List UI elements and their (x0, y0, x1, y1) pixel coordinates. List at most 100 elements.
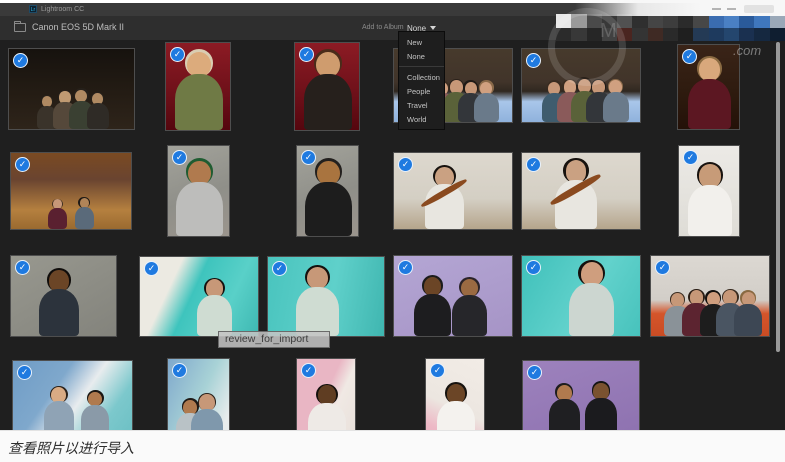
menu-item-travel[interactable]: Travel (399, 98, 444, 112)
filename-tooltip: review_for_import (218, 331, 330, 348)
selected-check-badge[interactable]: ✓ (170, 47, 185, 62)
add-to-album-label: Add to Album (362, 24, 404, 31)
selected-check-badge[interactable]: ✓ (144, 261, 159, 276)
person-figure (197, 279, 232, 336)
photo-thumbnail-15[interactable]: ✓ (267, 256, 385, 337)
selected-check-badge[interactable]: ✓ (683, 150, 698, 165)
photo-thumbnail-2[interactable]: ✓ (165, 42, 231, 131)
window-title: Lightroom CC (41, 6, 84, 13)
person-figure (425, 167, 464, 229)
close-icon[interactable] (744, 5, 774, 13)
person-figure (585, 383, 617, 434)
person-figure (555, 160, 598, 229)
selected-check-badge[interactable]: ✓ (526, 157, 541, 172)
mosaic-block (556, 14, 571, 28)
chevron-down-icon (430, 26, 436, 30)
selected-check-badge[interactable]: ✓ (301, 150, 316, 165)
photo-thumbnail-23[interactable]: ✓ (522, 360, 640, 435)
mosaic-block (617, 28, 632, 42)
photo-thumbnail-14[interactable]: ✓ (139, 256, 259, 337)
selected-check-badge[interactable]: ✓ (172, 363, 187, 378)
mosaic-block (602, 14, 617, 28)
photo-thumbnail-19[interactable]: ✓ (12, 360, 133, 438)
person-figure (305, 161, 352, 236)
selected-check-badge[interactable]: ✓ (15, 260, 30, 275)
mosaic-block (709, 28, 724, 42)
mosaic-block (587, 28, 602, 42)
selected-check-badge[interactable]: ✓ (15, 157, 30, 172)
person-figure (176, 161, 223, 236)
mosaic-block (770, 14, 785, 28)
selected-check-badge[interactable]: ✓ (301, 363, 316, 378)
photo-thumbnail-12[interactable]: ✓ (678, 145, 740, 237)
menu-item-new[interactable]: New (399, 35, 444, 49)
photo-thumbnail-17[interactable]: ✓ (521, 255, 641, 337)
selected-check-badge[interactable]: ✓ (398, 260, 413, 275)
app-window: Lr Lightroom CC Canon EOS 5D Mark II Add… (0, 0, 785, 462)
mosaic-block (587, 14, 602, 28)
selected-check-badge[interactable]: ✓ (527, 365, 542, 380)
source-device-title: Canon EOS 5D Mark II (32, 22, 124, 32)
photo-thumbnail-1[interactable]: ✓ (8, 48, 135, 130)
censored-mosaic-region (556, 14, 785, 41)
mosaic-block (770, 28, 785, 42)
menu-item-world[interactable]: World (399, 112, 444, 126)
person-figure (87, 93, 109, 129)
photo-thumbnail-7[interactable]: ✓ (10, 152, 132, 230)
person-figure (474, 82, 499, 123)
person-figure (569, 262, 615, 336)
mosaic-block (632, 28, 647, 42)
person-figure (452, 279, 488, 336)
mosaic-block (648, 28, 663, 42)
mosaic-block (648, 14, 663, 28)
vertical-scrollbar[interactable] (776, 42, 780, 352)
selected-check-badge[interactable]: ✓ (526, 53, 541, 68)
maximize-icon[interactable] (727, 8, 736, 10)
mosaic-block (754, 28, 769, 42)
selected-check-badge[interactable]: ✓ (682, 49, 697, 64)
status-bar: 查看照片以进行导入 (0, 430, 785, 462)
selected-check-badge[interactable]: ✓ (172, 150, 187, 165)
selected-check-badge[interactable]: ✓ (299, 47, 314, 62)
mosaic-block (663, 14, 678, 28)
person-figure (75, 198, 94, 229)
mosaic-block (571, 28, 586, 42)
selected-check-badge[interactable]: ✓ (430, 363, 445, 378)
photo-thumbnail-16[interactable]: ✓ (393, 255, 513, 337)
lightroom-app-icon: Lr (29, 5, 37, 13)
photo-thumbnail-9[interactable]: ✓ (296, 145, 359, 237)
mosaic-block (632, 14, 647, 28)
selected-check-badge[interactable]: ✓ (272, 261, 287, 276)
mosaic-block (693, 28, 708, 42)
mosaic-block (739, 28, 754, 42)
selected-check-badge[interactable]: ✓ (655, 260, 670, 275)
photo-thumbnail-13[interactable]: ✓ (10, 255, 117, 337)
menu-item-collection[interactable]: Collection (399, 70, 444, 84)
menu-item-people[interactable]: People (399, 84, 444, 98)
selected-check-badge[interactable]: ✓ (13, 53, 28, 68)
photo-thumbnail-5[interactable]: ✓ (521, 48, 641, 123)
mosaic-block (754, 14, 769, 28)
person-figure (549, 385, 580, 435)
mosaic-block (617, 14, 632, 28)
photo-thumbnail-6[interactable]: ✓ (677, 44, 740, 130)
album-dropdown-menu: NewNone CollectionPeopleTravelWorld (398, 31, 445, 130)
person-figure (688, 58, 732, 129)
photo-thumbnail-11[interactable]: ✓ (521, 152, 641, 230)
mosaic-block (709, 14, 724, 28)
mosaic-block (602, 28, 617, 42)
photo-thumbnail-10[interactable]: ✓ (393, 152, 513, 230)
person-figure (296, 267, 339, 336)
selected-check-badge[interactable]: ✓ (526, 260, 541, 275)
photo-grid: ✓✓✓✓✓✓✓✓✓✓✓✓✓✓✓✓✓✓✓✓✓✓✓ (0, 40, 785, 430)
menu-item-none[interactable]: None (399, 49, 444, 63)
photo-thumbnail-3[interactable]: ✓ (294, 42, 360, 131)
minimize-icon[interactable] (712, 8, 721, 10)
mosaic-block (693, 14, 708, 28)
status-text: 查看照片以进行导入 (8, 438, 134, 458)
photo-thumbnail-8[interactable]: ✓ (167, 145, 230, 237)
person-figure (304, 52, 353, 130)
photo-thumbnail-18[interactable]: ✓ (650, 255, 770, 337)
selected-check-badge[interactable]: ✓ (17, 365, 32, 380)
selected-check-badge[interactable]: ✓ (398, 157, 413, 172)
